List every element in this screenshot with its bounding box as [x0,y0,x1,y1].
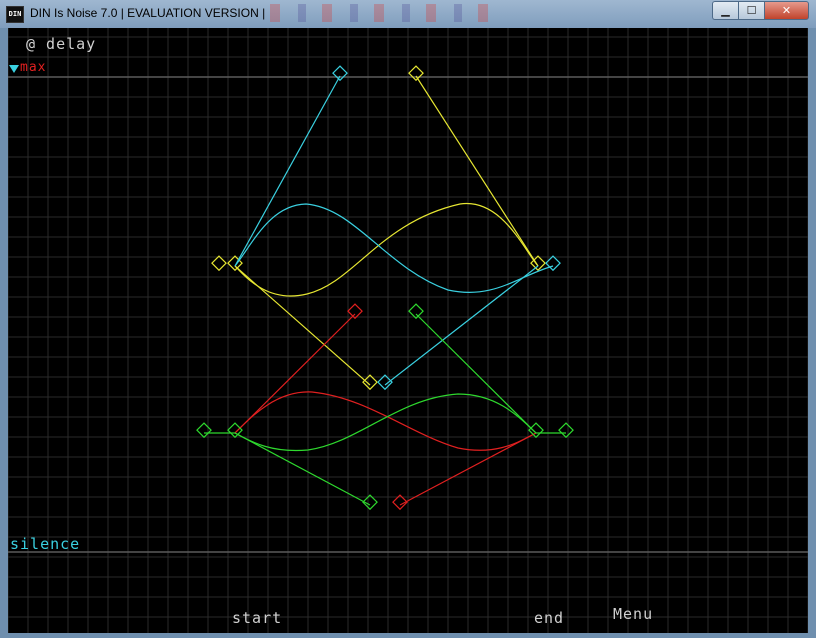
curve-top-yellow[interactable] [211,65,546,391]
end-label[interactable]: end [534,609,564,627]
start-label[interactable]: start [232,609,282,627]
curve-bottom-green-handle-end-outer[interactable] [558,422,574,439]
blurred-taskbar-area [270,4,500,22]
delay-curve-editor[interactable]: @ delay max silence start end Menu [8,28,808,633]
curve-bottom-green[interactable] [196,303,574,511]
maximize-button[interactable]: ☐ [738,1,764,20]
curve-bottom-green-path [234,393,537,452]
title-bar[interactable]: DIN DIN Is Noise 7.0 | EVALUATION VERSIO… [0,0,816,28]
curve-bottom-green-tangent-end [415,313,537,434]
curve-top-cyan[interactable] [234,65,561,391]
curve-top-cyan-handle-tangent-top[interactable] [332,65,348,82]
minimize-button[interactable]: ▁ [712,1,738,20]
curve-bottom-green-handle-tangent-top[interactable] [408,303,424,320]
curve-bottom-green-tangent-start [234,432,371,506]
curve-bottom-red-tangent-start [234,313,356,434]
window-controls: ▁ ☐ ✕ [712,1,809,20]
delay-label[interactable]: @ delay [26,35,96,53]
curve-top-yellow-handle-start-outer[interactable] [211,255,227,272]
app-icon: DIN [6,6,24,23]
max-marker-icon[interactable] [9,65,19,73]
grid [8,28,808,633]
curve-editor-canvas[interactable] [8,28,808,633]
close-button[interactable]: ✕ [764,1,809,20]
menu-button[interactable]: Menu [613,605,653,623]
curve-bottom-green-handle-start-outer[interactable] [196,422,212,439]
curve-bottom-red-handle-tangent-top[interactable] [347,303,363,320]
curve-bottom-red[interactable] [234,303,537,511]
window-title: DIN Is Noise 7.0 | EVALUATION VERSION | [30,6,266,20]
curve-top-yellow-handle-tangent-top[interactable] [408,65,424,82]
max-label[interactable]: max [20,60,46,75]
curve-top-yellow-tangent-start [234,265,371,386]
silence-label[interactable]: silence [10,535,80,553]
